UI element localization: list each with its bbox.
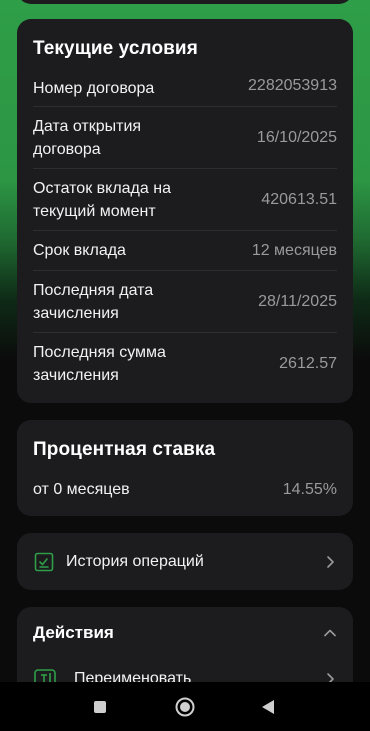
chevron-up-icon[interactable] xyxy=(323,626,337,640)
balance-row: Остаток вклада на текущий момент 420613.… xyxy=(33,169,337,231)
operations-history-button[interactable]: История операций xyxy=(17,533,353,590)
rate-row: от 0 месяцев 14.55% xyxy=(33,476,337,504)
recents-button[interactable] xyxy=(80,682,120,731)
balance-label: Остаток вклада на текущий момент xyxy=(33,179,171,220)
last-accrual-date-row: Последняя дата зачисления 28/11/2025 xyxy=(33,271,337,333)
open-date-label: Дата открытия договора xyxy=(33,117,142,158)
contract-number-row: Номер договора 2282053913 xyxy=(33,77,337,107)
last-accrual-amount-row: Последняя сумма зачисления 2612.57 xyxy=(33,333,337,395)
open-date-row: Дата открытия договора 16/10/2025 xyxy=(33,107,337,169)
rate-value: 14.55% xyxy=(282,481,337,498)
deposit-details-screen: Текущие условия Номер договора 228205391… xyxy=(0,0,370,731)
contract-number-value: 2282053913 xyxy=(248,77,337,94)
system-navigation-bar xyxy=(0,682,370,731)
actions-header[interactable]: Действия xyxy=(33,607,337,657)
chevron-right-icon xyxy=(327,555,334,568)
open-date-value: 16/10/2025 xyxy=(256,128,337,146)
interest-rate-card: Процентная ставка от 0 месяцев 14.55% xyxy=(17,420,353,516)
last-accrual-amount-value: 2612.57 xyxy=(279,355,337,372)
last-accrual-date-value: 28/11/2025 xyxy=(258,292,337,310)
term-label: Срок вклада xyxy=(33,242,126,259)
back-button[interactable] xyxy=(248,682,288,731)
square-icon xyxy=(94,700,106,713)
previous-card-edge xyxy=(17,0,353,4)
term-row: Срок вклада 12 месяцев xyxy=(33,231,337,271)
history-document-icon xyxy=(34,552,54,571)
back-triangle-icon xyxy=(262,699,274,714)
interest-rate-title: Процентная ставка xyxy=(33,439,216,460)
contract-number-label: Номер договора xyxy=(33,80,155,97)
balance-value: 420613.51 xyxy=(261,190,337,208)
current-terms-card: Текущие условия Номер договора 228205391… xyxy=(17,19,353,403)
home-button[interactable] xyxy=(165,682,205,731)
current-terms-title: Текущие условия xyxy=(33,38,198,59)
rate-period-label: от 0 месяцев xyxy=(33,481,130,498)
last-accrual-date-label: Последняя дата зачисления xyxy=(33,281,154,322)
term-value: 12 месяцев xyxy=(251,241,337,259)
operations-history-label: История операций xyxy=(66,552,204,570)
actions-title: Действия xyxy=(33,623,114,642)
home-circle-icon xyxy=(175,697,195,716)
last-accrual-amount-label: Последняя сумма зачисления xyxy=(33,344,166,384)
